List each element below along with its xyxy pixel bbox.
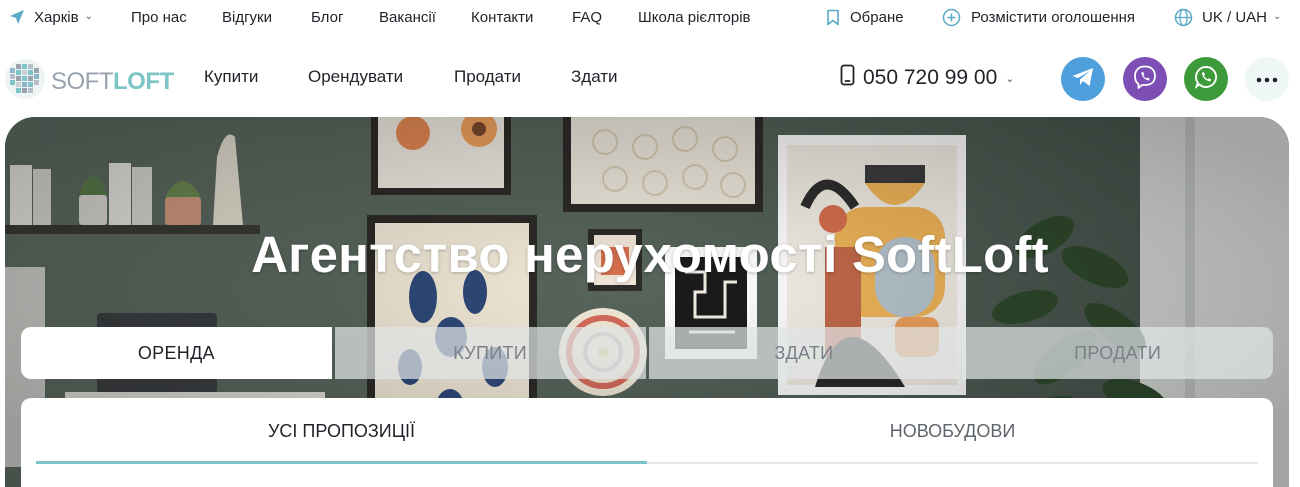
nav-link-sell[interactable]: Продати [454,67,521,87]
more-button[interactable] [1245,57,1289,101]
hero-title: Агентство нерухомості SoftLoft [251,226,1049,283]
subtab-all-offers[interactable]: УСІ ПРОПОЗИЦІЇ [36,398,647,464]
tab-rent-out[interactable]: ЗДАТИ [648,327,960,379]
nav-link-rent-out[interactable]: Здати [571,67,618,87]
topbar-link-about[interactable]: Про нас [131,0,187,34]
topbar-link-blog[interactable]: Блог [311,0,343,34]
post-ad-label: Розмістити оголошення [971,8,1136,26]
topbar-link-contacts[interactable]: Контакти [471,0,533,34]
whatsapp-icon [1193,64,1219,95]
nav-link-buy[interactable]: Купити [204,67,258,87]
topbar-link-reviews[interactable]: Відгуки [222,0,272,34]
tab-rent[interactable]: ОРЕНДА [21,327,332,379]
tab-sell[interactable]: ПРОДАТИ [962,327,1273,379]
phone-number: 050 720 99 00 [863,66,998,89]
favorites-link[interactable]: Обране [826,0,904,34]
top-utility-bar: Харків ⌄ Про нас Відгуки Блог Вакансії К… [0,0,1300,34]
whatsapp-button[interactable] [1184,57,1228,101]
softloft-logo[interactable]: SOFTLOFT [4,58,174,105]
chevron-down-icon: ⌄ [1273,10,1282,22]
plus-circle-icon [942,8,961,27]
logo-mosaic-icon [4,58,46,105]
telegram-icon [1071,66,1095,93]
more-icon [1256,70,1278,88]
topbar-link-realtor-school[interactable]: Школа рієлторів [638,0,751,34]
bookmark-icon [826,9,840,26]
tab-buy[interactable]: КУПИТИ [334,327,646,379]
nav-link-rent[interactable]: Орендувати [308,67,403,87]
topbar-link-vacancies[interactable]: Вакансії [379,0,436,34]
telegram-button[interactable] [1061,57,1105,101]
city-selector[interactable]: Харків ⌄ [8,0,93,34]
search-card: УСІ ПРОПОЗИЦІЇ НОВОБУДОВИ [21,398,1273,487]
subtab-active-indicator [36,461,647,464]
location-arrow-icon [8,8,26,26]
city-label: Харків [34,8,79,26]
phone-dropdown[interactable]: 050 720 99 00 ⌄ [840,64,1015,92]
phone-icon [840,64,855,92]
topbar-link-faq[interactable]: FAQ [572,0,602,34]
locale-label: UK / UAH [1202,8,1268,26]
subtab-new-buildings[interactable]: НОВОБУДОВИ [647,398,1258,464]
favorites-label: Обране [850,8,904,26]
globe-icon [1174,8,1193,27]
logo-wordmark: SOFTLOFT [51,67,174,95]
locale-selector[interactable]: UK / UAH ⌄ [1174,0,1281,34]
deal-type-tabs: ОРЕНДА КУПИТИ ЗДАТИ ПРОДАТИ [21,327,1273,379]
chevron-down-icon: ⌄ [84,10,93,22]
viber-icon [1132,64,1158,95]
chevron-down-icon: ⌄ [1005,72,1015,85]
viber-button[interactable] [1123,57,1167,101]
post-ad-link[interactable]: Розмістити оголошення [942,0,1135,34]
main-navigation: SOFTLOFT Купити Орендувати Продати Здати… [0,40,1300,117]
